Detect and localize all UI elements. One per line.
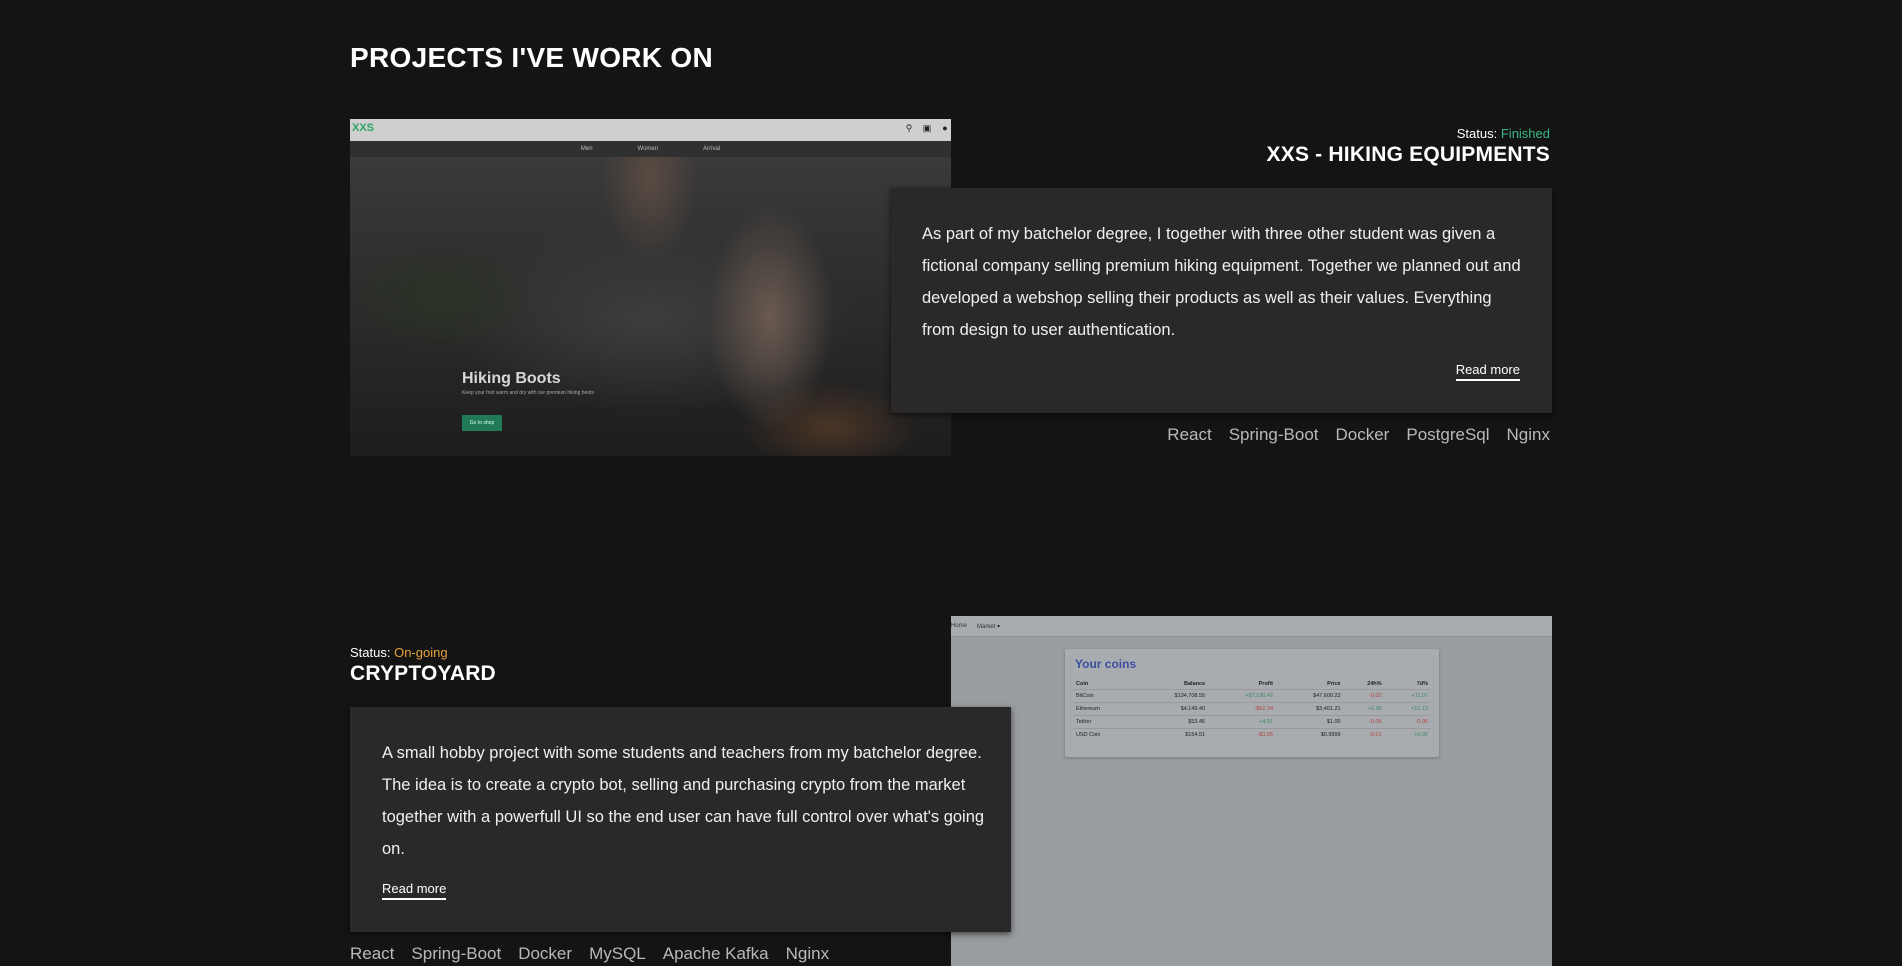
project-screenshot-cryptoyard: Home Market ▾ Your coins Coin Balance Pr… [951, 616, 1552, 966]
tech-tag: MySQL [589, 944, 646, 963]
screenshot-card-title: Your coins [1075, 657, 1137, 671]
project-screenshot-xxs: XXS ⚲ ▣ ● Men Women Arrival Hiking Boots… [350, 119, 951, 456]
column-header: 24h% [1367, 681, 1382, 687]
screenshot-nav-item: Home [951, 623, 968, 629]
table-cell: Ethereum [1073, 702, 1135, 716]
cart-icon: ▣ [922, 123, 932, 133]
tech-tags: React Spring-Boot Docker PostgreSql Ngin… [1167, 425, 1550, 445]
table-cell: $4,149.40 [1134, 702, 1209, 716]
screenshot-nav-item: Arrival [703, 146, 721, 152]
read-more-link[interactable]: Read more [382, 881, 447, 900]
status-label: Status: [1456, 126, 1498, 141]
project-description-card: A small hobby project with some students… [350, 707, 1011, 932]
screenshot-coins-table: Coin Balance Profit Price 24h% 7d% BitCo… [1073, 679, 1431, 741]
status-value: On-going [394, 645, 448, 660]
status-value: Finished [1500, 126, 1550, 141]
section-title: PROJECTS I'VE WORK ON [350, 42, 713, 73]
table-row: Tether $53.45 +4.91 $1.00 -0.06 -0.06 [1073, 715, 1431, 729]
screenshot-icons: ⚲ ▣ ● [903, 123, 951, 134]
tech-tag: Spring-Boot [411, 944, 502, 963]
table-row: USD Coin $154.51 -$3.05 $0.9999 -0.01 +0… [1073, 728, 1431, 741]
screenshot-hero-button: Go to shop [462, 415, 502, 431]
project-title: CRYPTOYARD [350, 662, 496, 685]
table-cell: -0.06 [1343, 715, 1385, 729]
screenshot-topbar: Home Market ▾ [951, 616, 1552, 637]
table-cell: USD Coin [1073, 728, 1135, 741]
table-cell: +4.91 [1208, 715, 1277, 729]
screenshot-nav-item: Market ▾ [977, 623, 1001, 630]
screenshot-nav-item: Men [580, 146, 593, 152]
table-cell: $154.51 [1134, 728, 1209, 741]
table-cell: $1.00 [1276, 715, 1344, 729]
tech-tag: Apache Kafka [662, 944, 769, 963]
table-cell: -0.01 [1343, 728, 1385, 741]
column-header: Coin [1076, 681, 1089, 687]
column-header: 7d% [1416, 681, 1428, 687]
project-description: A small hobby project with some students… [382, 744, 985, 858]
table-cell: -0.06 [1384, 715, 1431, 729]
screenshot-hero-subtitle: Keep your foot warm and dry with our pre… [462, 390, 595, 396]
project-description-card: As part of my batchelor degree, I togeth… [891, 188, 1552, 413]
tech-tag: Docker [518, 944, 573, 963]
table-cell: $53.45 [1134, 715, 1209, 729]
table-cell: +$7,190.42 [1208, 689, 1277, 703]
column-header: Profit [1258, 681, 1274, 687]
table-cell: BitCoin [1073, 689, 1135, 703]
tech-tag: PostgreSql [1406, 425, 1490, 444]
tech-tag: Nginx [785, 944, 830, 963]
table-cell: +12.13 [1384, 702, 1431, 716]
tech-tag: Spring-Boot [1228, 425, 1319, 444]
table-cell: +0.02 [1384, 728, 1431, 741]
project-description: As part of my batchelor degree, I togeth… [922, 225, 1521, 339]
tech-tag: React [1167, 425, 1212, 444]
screenshot-nav: Men Women Arrival [350, 141, 951, 157]
table-row: BitCoin $134,708.55 +$7,190.42 $47,600.2… [1073, 689, 1431, 703]
screenshot-hero-title: Hiking Boots [462, 370, 561, 387]
project-title: XXS - HIKING EQUIPMENTS [1266, 143, 1550, 166]
screenshot-nav-item: Women [637, 146, 659, 152]
table-row: Ethereum $4,149.40 -$62.34 $3,401.21 +2.… [1073, 702, 1431, 716]
tech-tags: React Spring-Boot Docker MySQL Apache Ka… [350, 944, 829, 964]
column-header: Balance [1184, 681, 1206, 687]
project-status: Status: On-going [350, 645, 448, 660]
screenshot-topbar: XXS ⚲ ▣ ● [350, 119, 951, 141]
table-header-row: Coin Balance Profit Price 24h% 7d% [1073, 679, 1431, 690]
search-icon: ⚲ [905, 123, 913, 133]
table-cell: $47,600.23 [1276, 689, 1344, 703]
table-cell: -$62.34 [1208, 702, 1277, 716]
tech-tag: Docker [1335, 425, 1390, 444]
table-cell: -$3.05 [1208, 728, 1277, 741]
read-more-link[interactable]: Read more [1455, 362, 1520, 381]
table-cell: +2.36 [1343, 702, 1385, 716]
table-cell: $134,708.55 [1134, 689, 1209, 703]
table-cell: $3,401.21 [1276, 702, 1344, 716]
project-status: Status: Finished [1457, 126, 1550, 141]
table-cell: $0.9999 [1276, 728, 1344, 741]
user-icon: ● [942, 123, 948, 133]
screenshot-hero-image: Hiking Boots Keep your foot warm and dry… [350, 157, 951, 456]
screenshot-coins-card: Your coins Coin Balance Profit Price 24h… [1065, 649, 1439, 757]
column-header: Price [1327, 681, 1341, 687]
tech-tag: Nginx [1506, 425, 1550, 444]
table-cell: -0.02 [1343, 689, 1385, 703]
screenshot-logo: XXS [352, 122, 375, 134]
tech-tag: React [350, 944, 395, 963]
status-label: Status: [350, 645, 391, 660]
table-cell: +11.07 [1384, 689, 1431, 703]
table-cell: Tether [1073, 715, 1135, 729]
